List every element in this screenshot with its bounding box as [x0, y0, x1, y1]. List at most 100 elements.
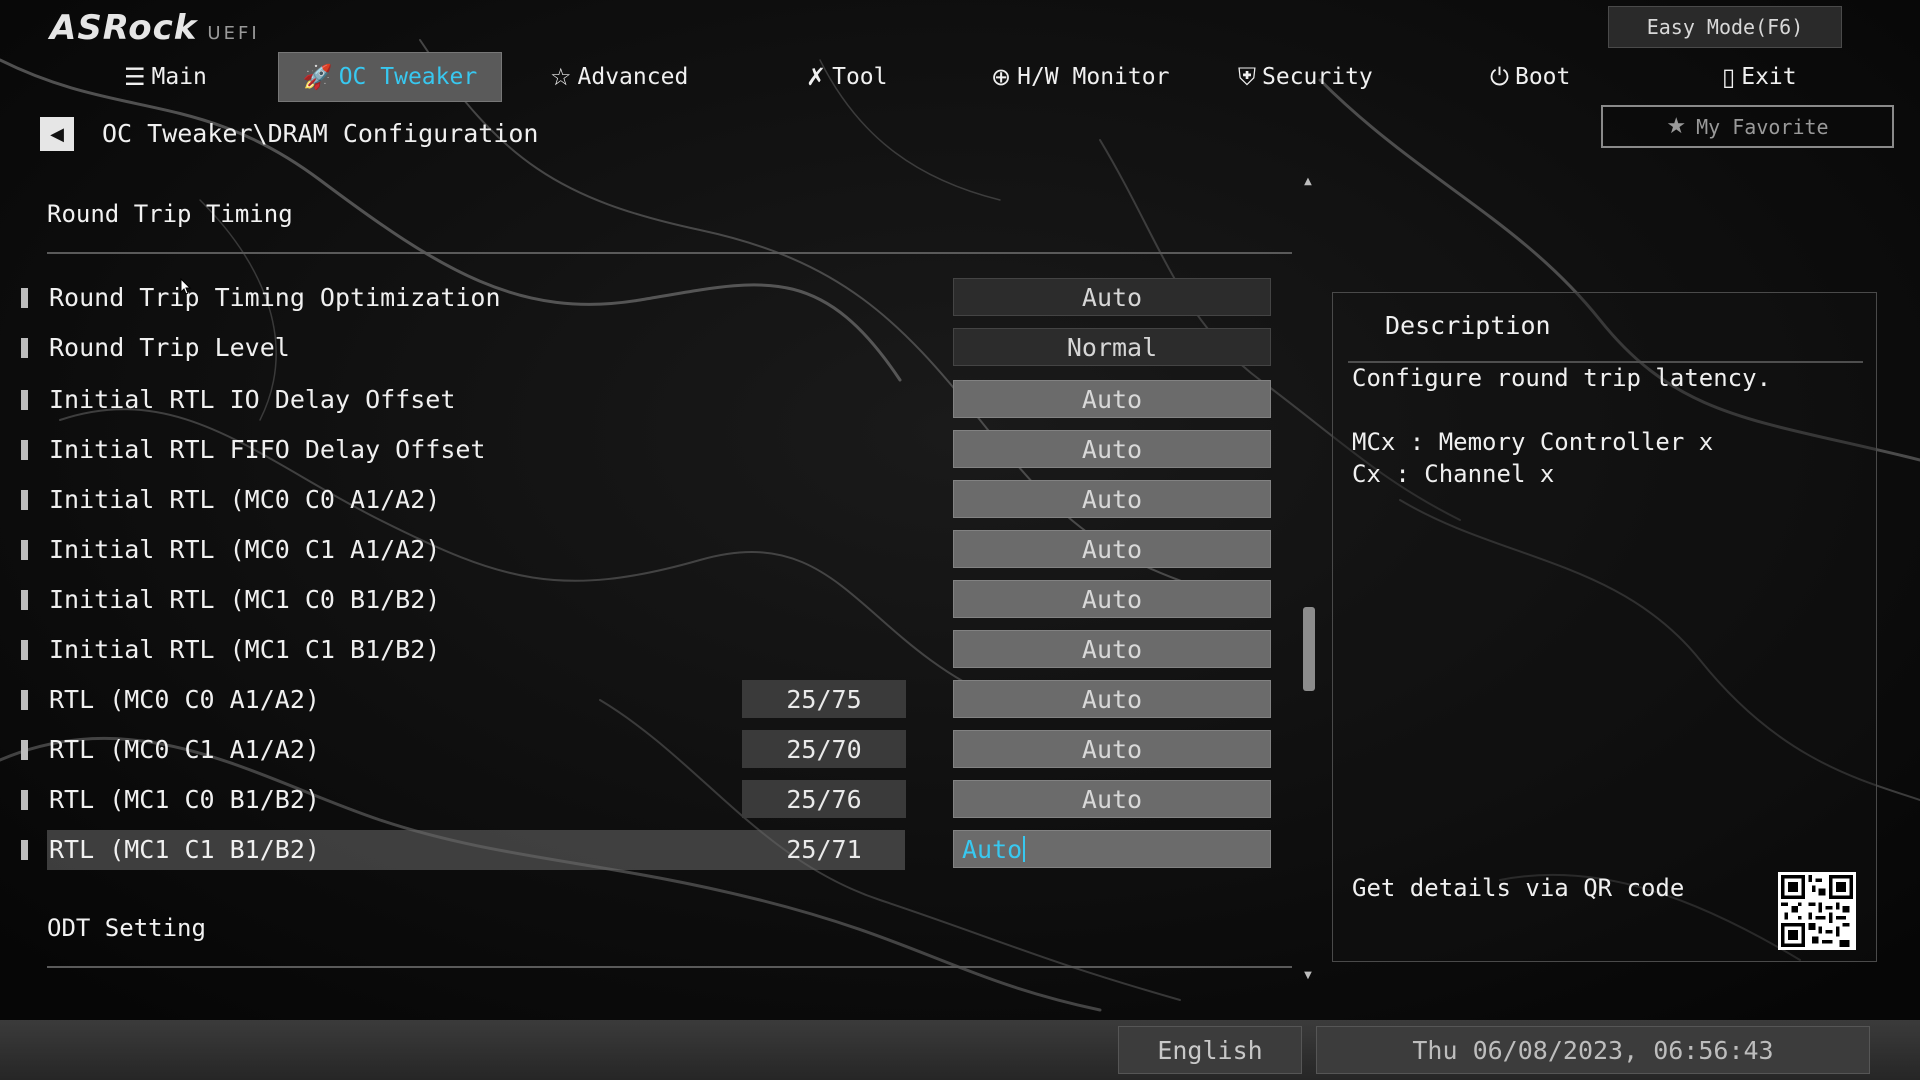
row-marker: [21, 840, 28, 860]
setting-row-selected[interactable]: RTL (MC1 C1 B1/B2) 25/71 Auto: [0, 828, 1300, 872]
qr-code: [1778, 872, 1856, 950]
setting-value[interactable]: Auto: [953, 480, 1271, 518]
scroll-up-arrow-icon[interactable]: ▲: [1301, 175, 1315, 189]
setting-label: Initial RTL FIFO Delay Offset: [49, 435, 486, 464]
list-icon: ☰: [124, 63, 146, 91]
crosshair-icon: ⊕: [991, 63, 1012, 91]
rocket-icon: 🚀: [302, 63, 333, 91]
tools-icon: ✗: [806, 63, 827, 91]
setting-row[interactable]: RTL (MC0 C0 A1/A2) 25/75 Auto: [0, 678, 1300, 722]
setting-row[interactable]: Initial RTL IO Delay Offset Auto: [0, 378, 1300, 422]
power-icon: ⏻: [1490, 63, 1509, 91]
setting-value[interactable]: Auto: [953, 278, 1271, 316]
logo-uefi: UEFI: [207, 23, 260, 44]
my-favorite-button[interactable]: ★ My Favorite: [1601, 105, 1894, 148]
tab-oc-tweaker[interactable]: 🚀 OC Tweaker: [278, 52, 502, 102]
setting-value[interactable]: Auto: [953, 580, 1271, 618]
setting-label: RTL (MC0 C1 A1/A2): [49, 735, 320, 764]
tab-security-label: Security: [1262, 64, 1373, 90]
row-marker: [21, 790, 28, 810]
tab-advanced[interactable]: ☆ Advanced: [550, 52, 688, 102]
setting-row[interactable]: Round Trip Level Normal: [0, 326, 1300, 370]
scrollbar-thumb[interactable]: [1303, 607, 1315, 691]
datetime-display: Thu 06/08/2023, 06:56:43: [1316, 1026, 1870, 1074]
star-icon: ☆: [550, 63, 572, 91]
description-line: MCx : Memory Controller x: [1352, 428, 1714, 456]
setting-row[interactable]: RTL (MC1 C0 B1/B2) 25/76 Auto: [0, 778, 1300, 822]
setting-value[interactable]: Auto: [953, 530, 1271, 568]
tab-oc-tweaker-label: OC Tweaker: [338, 64, 478, 90]
setting-row[interactable]: Initial RTL (MC0 C0 A1/A2) Auto: [0, 478, 1300, 522]
current-value: 25/70: [742, 730, 906, 768]
row-marker: [21, 690, 28, 710]
description-line: Cx : Channel x: [1352, 460, 1555, 488]
setting-value[interactable]: Normal: [953, 328, 1271, 366]
setting-row[interactable]: Round Trip Timing Optimization Auto: [0, 276, 1300, 320]
current-value: 25/71: [786, 834, 862, 864]
setting-label: RTL (MC0 C0 A1/A2): [49, 685, 320, 714]
setting-value[interactable]: Auto: [953, 430, 1271, 468]
section-divider: [47, 252, 1292, 254]
row-marker: [21, 338, 28, 358]
language-button[interactable]: English: [1118, 1026, 1302, 1074]
setting-label: Initial RTL (MC0 C0 A1/A2): [49, 485, 441, 514]
setting-label: Round Trip Level: [49, 333, 290, 362]
section-odt-setting[interactable]: ODT Setting: [47, 914, 206, 942]
description-line: Configure round trip latency.: [1352, 364, 1772, 392]
description-panel: [1332, 292, 1877, 962]
tab-hw-monitor-label: H/W Monitor: [1017, 64, 1170, 90]
section-round-trip-timing: Round Trip Timing: [47, 200, 293, 228]
current-value: 25/75: [742, 680, 906, 718]
tab-exit[interactable]: ▯ Exit: [1722, 52, 1797, 102]
tab-exit-label: Exit: [1741, 64, 1797, 90]
tab-boot[interactable]: ⏻ Boot: [1490, 52, 1570, 102]
setting-value[interactable]: Auto: [953, 730, 1271, 768]
input-text: Auto: [962, 834, 1023, 864]
tab-boot-label: Boot: [1514, 64, 1571, 90]
tab-hw-monitor[interactable]: ⊕ H/W Monitor: [991, 52, 1169, 102]
main-tabs: ☰ Main 🚀 OC Tweaker ☆ Advanced ✗ Tool ⊕ …: [0, 52, 1920, 102]
setting-label: RTL (MC1 C1 B1/B2): [49, 835, 320, 864]
setting-row[interactable]: Initial RTL (MC1 C0 B1/B2) Auto: [0, 578, 1300, 622]
tab-main[interactable]: ☰ Main: [124, 52, 207, 102]
shield-icon: ⛨: [1238, 63, 1256, 91]
setting-label: Initial RTL (MC1 C1 B1/B2): [49, 635, 441, 664]
tab-advanced-label: Advanced: [577, 64, 689, 90]
mouse-pointer-icon: [180, 278, 192, 295]
row-marker: [21, 540, 28, 560]
row-marker: [21, 390, 28, 410]
tab-tool[interactable]: ✗ Tool: [806, 52, 888, 102]
setting-row[interactable]: Initial RTL (MC0 C1 A1/A2) Auto: [0, 528, 1300, 572]
back-button[interactable]: ◀: [40, 117, 74, 151]
description-title: Description: [1385, 311, 1551, 340]
section-divider: [47, 966, 1292, 968]
setting-label: Round Trip Timing Optimization: [49, 283, 501, 312]
asrock-logo: ASRock UEFI: [50, 8, 260, 48]
qr-hint: Get details via QR code: [1352, 874, 1685, 902]
setting-value[interactable]: Auto: [953, 780, 1271, 818]
setting-value[interactable]: Auto: [953, 680, 1271, 718]
scroll-down-arrow-icon[interactable]: ▼: [1301, 969, 1315, 983]
setting-row[interactable]: Initial RTL (MC1 C1 B1/B2) Auto: [0, 628, 1300, 672]
row-marker: [21, 440, 28, 460]
setting-label: Initial RTL IO Delay Offset: [49, 385, 456, 414]
my-favorite-label: My Favorite: [1696, 114, 1829, 139]
text-caret: [1023, 836, 1026, 862]
scrollbar[interactable]: ▲ ▼: [1301, 175, 1315, 983]
row-marker: [21, 288, 28, 308]
tab-main-label: Main: [151, 64, 207, 90]
setting-value[interactable]: Auto: [953, 630, 1271, 668]
logo-text: ASRock: [50, 8, 198, 48]
arrow-left-icon: ◀: [50, 123, 64, 145]
description-divider: [1348, 361, 1863, 363]
setting-value[interactable]: Auto: [953, 380, 1271, 418]
setting-label: RTL (MC1 C0 B1/B2): [49, 785, 320, 814]
setting-row[interactable]: RTL (MC0 C1 A1/A2) 25/70 Auto: [0, 728, 1300, 772]
setting-value-input[interactable]: Auto: [953, 830, 1271, 868]
current-value: 25/76: [742, 780, 906, 818]
tab-security[interactable]: ⛨ Security: [1238, 52, 1373, 102]
setting-label: Initial RTL (MC0 C1 A1/A2): [49, 535, 441, 564]
setting-row[interactable]: Initial RTL FIFO Delay Offset Auto: [0, 428, 1300, 472]
row-marker: [21, 490, 28, 510]
easy-mode-button[interactable]: Easy Mode(F6): [1608, 6, 1842, 48]
